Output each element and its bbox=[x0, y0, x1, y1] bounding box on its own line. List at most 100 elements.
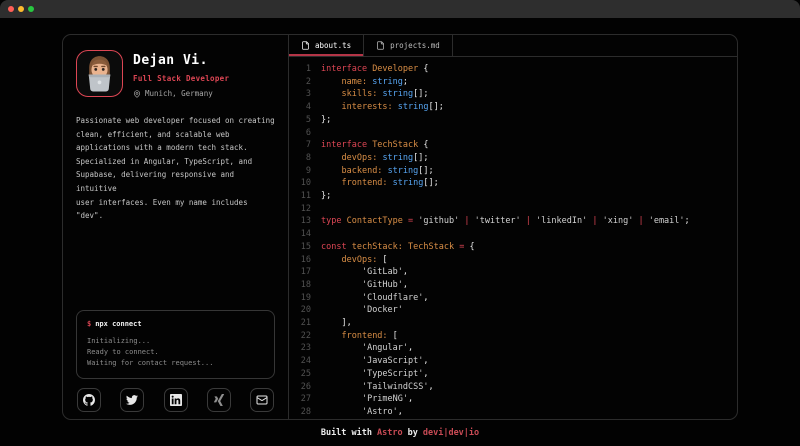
tab-about-ts[interactable]: about.ts bbox=[289, 35, 364, 56]
tab-label: about.ts bbox=[315, 41, 351, 50]
line-number: 17 bbox=[296, 266, 311, 279]
profile-name: Dejan Vi. bbox=[133, 53, 229, 68]
line-number: 16 bbox=[296, 254, 311, 267]
footer-astro-link[interactable]: Astro bbox=[377, 428, 403, 438]
code-line: 21 ], bbox=[296, 317, 737, 330]
linkedin-button[interactable] bbox=[164, 388, 188, 412]
linkedin-icon bbox=[170, 394, 182, 406]
code-line: 24 'JavaScript', bbox=[296, 355, 737, 368]
profile-role: Full Stack Developer bbox=[133, 74, 229, 83]
code-line: 4 interests: string[]; bbox=[296, 101, 737, 114]
file-icon bbox=[301, 41, 310, 50]
terminal-prompt: $ bbox=[87, 320, 91, 328]
github-button[interactable] bbox=[77, 388, 101, 412]
flex-spacer bbox=[76, 223, 275, 310]
line-number: 26 bbox=[296, 381, 311, 394]
code-line: 12 bbox=[296, 203, 737, 216]
window-titlebar bbox=[0, 0, 800, 18]
line-number: 2 bbox=[296, 76, 311, 89]
code-line: 23 'Angular', bbox=[296, 342, 737, 355]
code-line: 16 devOps: [ bbox=[296, 254, 737, 267]
profile-card: Dejan Vi. Full Stack Developer Munich, G… bbox=[63, 35, 289, 419]
footer-built-with: Built with bbox=[321, 428, 372, 438]
line-number: 23 bbox=[296, 342, 311, 355]
code-line: 2 name: string; bbox=[296, 76, 737, 89]
line-number: 12 bbox=[296, 203, 311, 216]
profile-bio: Passionate web developer focused on crea… bbox=[76, 114, 275, 223]
line-number: 21 bbox=[296, 317, 311, 330]
maximize-window-button[interactable] bbox=[28, 6, 34, 12]
tab-label: projects.md bbox=[390, 41, 440, 50]
map-pin-icon bbox=[133, 90, 141, 98]
github-icon bbox=[83, 394, 95, 406]
footer-by: by bbox=[408, 428, 418, 438]
footer: Built with Astro by devi|dev|io bbox=[0, 420, 800, 446]
editor-pane: about.ts projects.md 1interface Develope… bbox=[289, 35, 737, 419]
line-number: 28 bbox=[296, 406, 311, 419]
terminal-box: $ npx connect Initializing... Ready to co… bbox=[76, 310, 275, 379]
code-line: 15const techStack: TechStack = { bbox=[296, 241, 737, 254]
code-line: 3 skills: string[]; bbox=[296, 88, 737, 101]
line-number: 4 bbox=[296, 101, 311, 114]
code-line: 26 'TailwindCSS', bbox=[296, 381, 737, 394]
code-line: 28 'Astro', bbox=[296, 406, 737, 419]
xing-icon bbox=[213, 394, 225, 406]
line-number: 24 bbox=[296, 355, 311, 368]
code-line: 1interface Developer { bbox=[296, 63, 737, 76]
code-line: 9 backend: string[]; bbox=[296, 165, 737, 178]
terminal-command: npx connect bbox=[95, 320, 141, 328]
main-window: Dejan Vi. Full Stack Developer Munich, G… bbox=[62, 34, 738, 420]
page: Dejan Vi. Full Stack Developer Munich, G… bbox=[0, 0, 800, 446]
social-links-row bbox=[76, 388, 275, 412]
code-line: 25 'TypeScript', bbox=[296, 368, 737, 381]
twitter-icon bbox=[126, 394, 138, 406]
footer-brand-link[interactable]: devi|dev|io bbox=[423, 428, 479, 438]
line-number: 8 bbox=[296, 152, 311, 165]
line-number: 20 bbox=[296, 304, 311, 317]
minimize-window-button[interactable] bbox=[18, 6, 24, 12]
code-line: 18 'GitHub', bbox=[296, 279, 737, 292]
line-number: 1 bbox=[296, 63, 311, 76]
terminal-output: Initializing... Ready to connect. Waitin… bbox=[87, 336, 264, 369]
line-number: 13 bbox=[296, 215, 311, 228]
line-number: 25 bbox=[296, 368, 311, 381]
profile-location: Munich, Germany bbox=[133, 89, 229, 98]
code-line: 6 bbox=[296, 127, 737, 140]
editor-tab-bar: about.ts projects.md bbox=[289, 35, 737, 57]
avatar bbox=[76, 50, 123, 97]
line-number: 27 bbox=[296, 393, 311, 406]
code-line: 5}; bbox=[296, 114, 737, 127]
line-number: 6 bbox=[296, 127, 311, 140]
code-line: 10 frontend: string[]; bbox=[296, 177, 737, 190]
code-line: 20 'Docker' bbox=[296, 304, 737, 317]
line-number: 22 bbox=[296, 330, 311, 343]
memoji-avatar-icon bbox=[77, 51, 122, 96]
code-line: 14 bbox=[296, 228, 737, 241]
profile-location-text: Munich, Germany bbox=[145, 89, 213, 98]
line-number: 3 bbox=[296, 88, 311, 101]
line-number: 9 bbox=[296, 165, 311, 178]
line-number: 10 bbox=[296, 177, 311, 190]
terminal-command-line: $ npx connect bbox=[87, 320, 264, 328]
xing-button[interactable] bbox=[207, 388, 231, 412]
code-line: 17 'GitLab', bbox=[296, 266, 737, 279]
line-number: 15 bbox=[296, 241, 311, 254]
file-icon bbox=[376, 41, 385, 50]
line-number: 7 bbox=[296, 139, 311, 152]
code-line: 22 frontend: [ bbox=[296, 330, 737, 343]
code-line: 19 'Cloudflare', bbox=[296, 292, 737, 305]
close-window-button[interactable] bbox=[8, 6, 14, 12]
profile-header: Dejan Vi. Full Stack Developer Munich, G… bbox=[76, 50, 275, 98]
code-line: 11}; bbox=[296, 190, 737, 203]
code-area: 1interface Developer {2 name: string;3 s… bbox=[289, 57, 737, 419]
code-line: 27 'PrimeNG', bbox=[296, 393, 737, 406]
line-number: 11 bbox=[296, 190, 311, 203]
twitter-button[interactable] bbox=[120, 388, 144, 412]
line-number: 5 bbox=[296, 114, 311, 127]
email-button[interactable] bbox=[250, 388, 274, 412]
line-number: 19 bbox=[296, 292, 311, 305]
line-number: 18 bbox=[296, 279, 311, 292]
tab-projects-md[interactable]: projects.md bbox=[364, 35, 453, 56]
line-number: 14 bbox=[296, 228, 311, 241]
profile-identity: Dejan Vi. Full Stack Developer Munich, G… bbox=[133, 50, 229, 98]
